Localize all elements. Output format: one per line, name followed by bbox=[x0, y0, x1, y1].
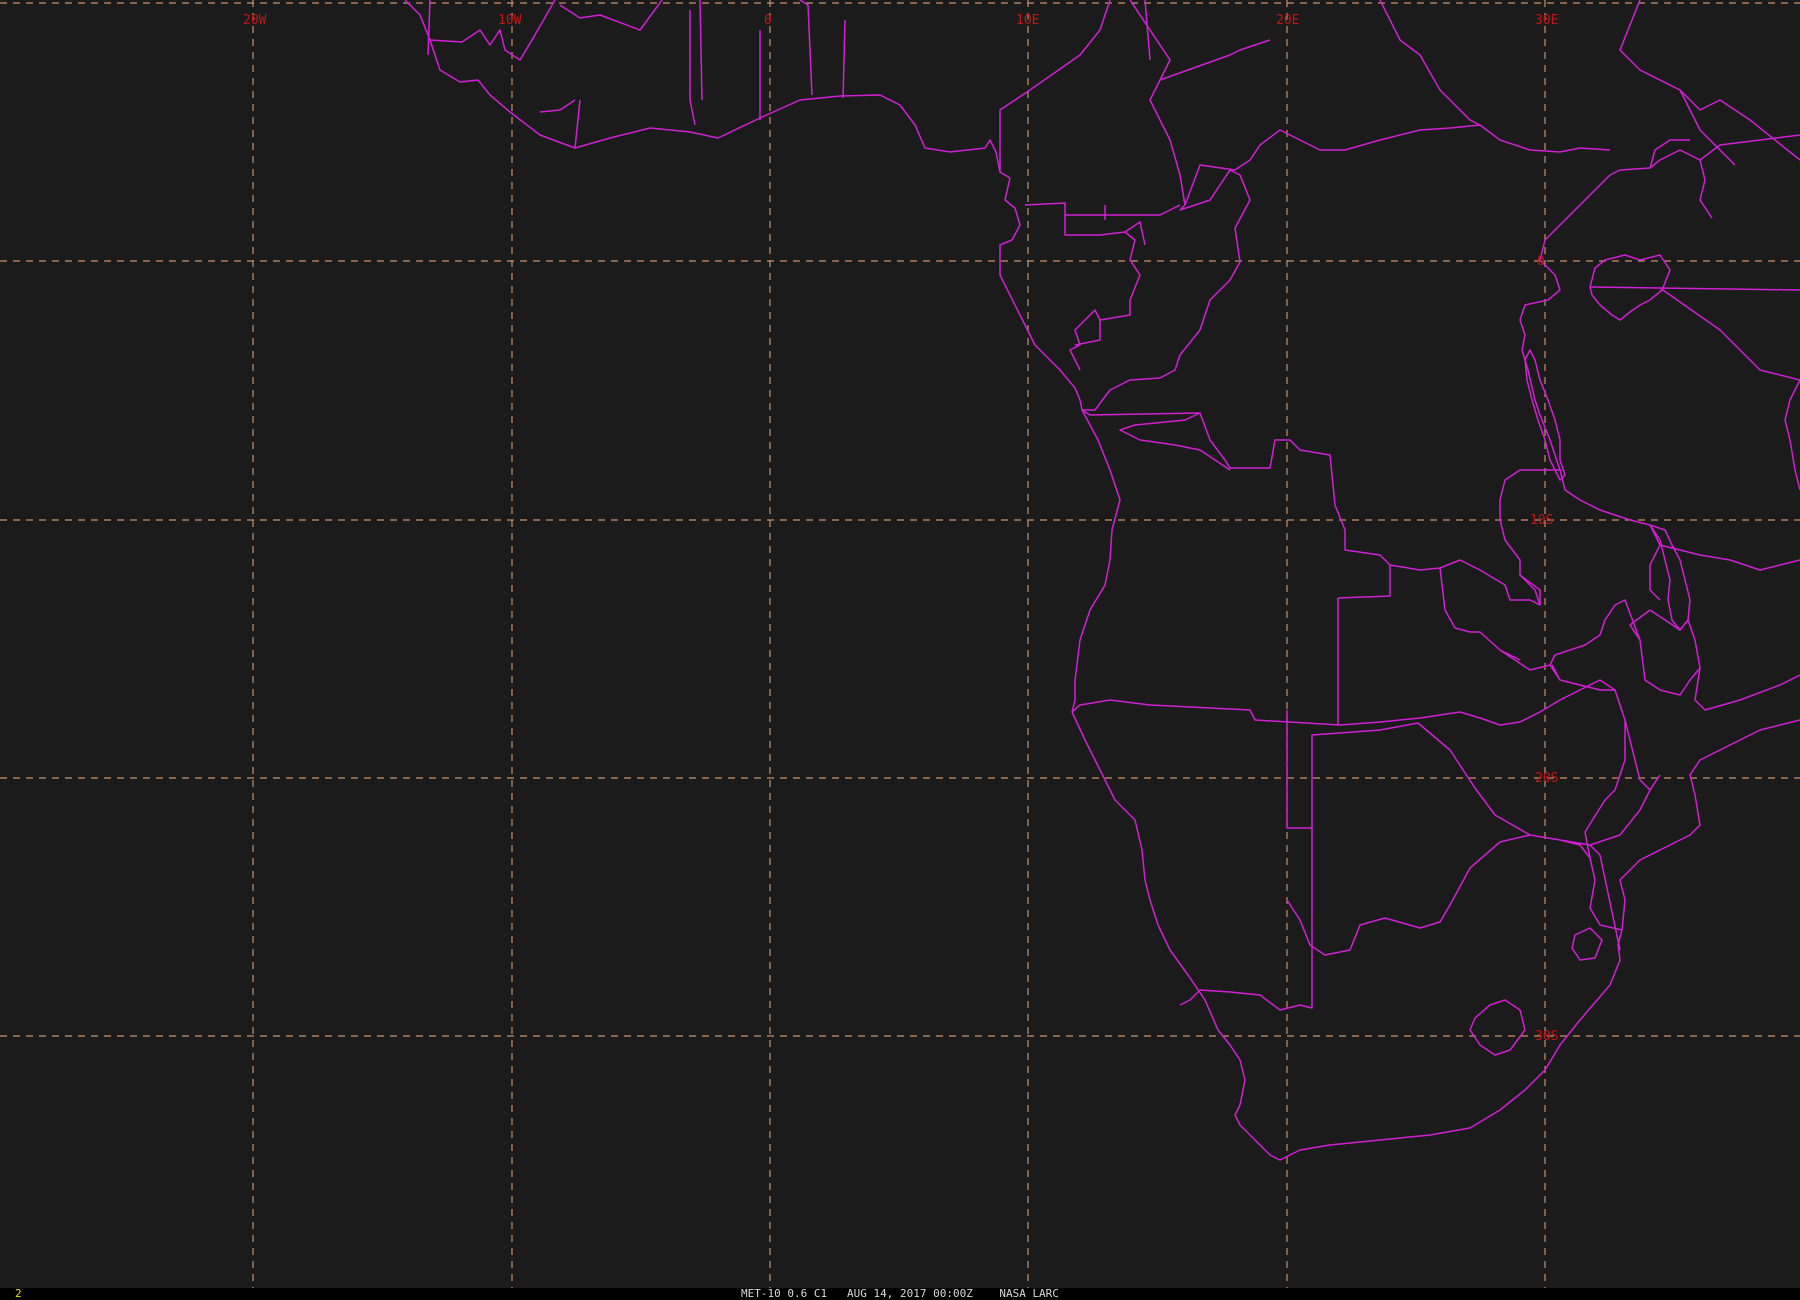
longitude-label: 10E bbox=[1016, 13, 1039, 28]
latitude-label: 10S bbox=[1530, 513, 1553, 528]
longitude-labels: 20W 10W 0 10E 20E 30E bbox=[243, 13, 1558, 28]
gabon-equatorial-guinea bbox=[1024, 202, 1181, 371]
latitude-label: 30S bbox=[1535, 1029, 1558, 1044]
map-overlay: 20W 10W 0 10E 20E 30E 0 10S 20S 30S bbox=[0, 0, 1800, 1288]
image-caption: MET-10 0.6 C1 AUG 14, 2017 00:00Z NASA L… bbox=[741, 1287, 1059, 1300]
angola-coast bbox=[1071, 409, 1616, 726]
east-coast bbox=[1784, 379, 1800, 491]
south-sudan-ethiopia bbox=[1649, 139, 1713, 219]
longitude-label: 10W bbox=[498, 13, 522, 28]
latitude-label: 20S bbox=[1535, 771, 1558, 786]
satellite-image: 20W 10W 0 10E 20E 30E 0 10S 20S 30S bbox=[0, 0, 1800, 1288]
latitude-labels: 0 10S 20S 30S bbox=[1530, 254, 1558, 1044]
congo-region bbox=[999, 169, 1251, 411]
eswatini bbox=[1571, 927, 1603, 961]
longitude-label: 30E bbox=[1535, 13, 1558, 28]
lesotho bbox=[1469, 999, 1526, 1056]
graticule bbox=[0, 0, 1800, 1288]
west-africa-coastline bbox=[404, 0, 1011, 179]
latitude-label: 0 bbox=[1537, 254, 1545, 269]
longitude-label: 0 bbox=[764, 13, 772, 28]
zimbabwe-zambia-mozambique bbox=[1439, 567, 1701, 859]
caption-bar: 2 MET-10 0.6 C1 AUG 14, 2017 00:00Z NASA… bbox=[0, 1288, 1800, 1300]
longitude-label: 20W bbox=[243, 13, 267, 28]
drc-angola-borders bbox=[1081, 409, 1541, 606]
west-africa-borders bbox=[427, 0, 846, 149]
country-boundaries bbox=[404, 0, 1800, 1161]
longitude-label: 20E bbox=[1276, 13, 1299, 28]
central-africa-borders bbox=[999, 0, 1800, 206]
namibia-botswana-borders bbox=[1179, 710, 1661, 1011]
